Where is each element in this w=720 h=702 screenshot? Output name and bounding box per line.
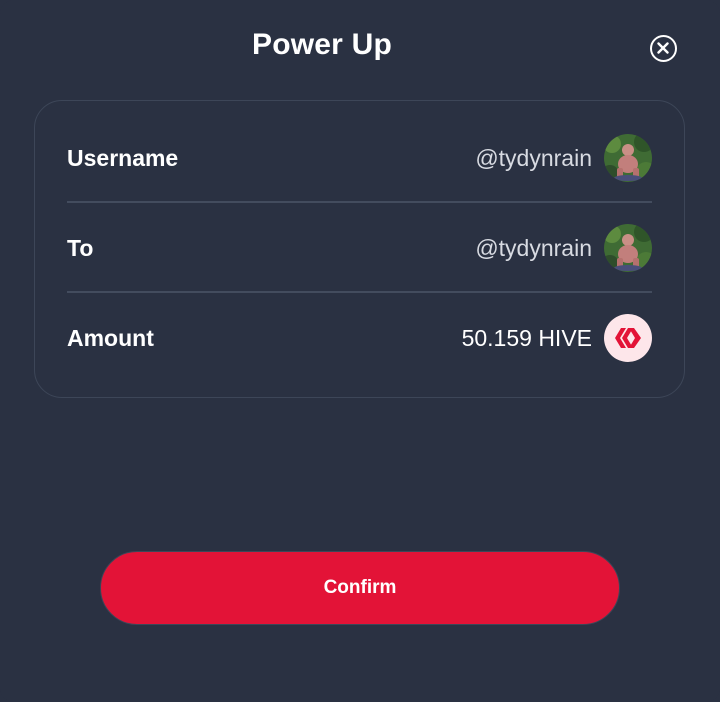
amount-value-group: 50.159 HIVE xyxy=(462,314,652,362)
dialog-title: Power Up xyxy=(252,28,392,61)
username-value: @tydynrain xyxy=(475,144,592,171)
username-row: Username @tydynrain xyxy=(67,113,652,203)
hive-logo-icon xyxy=(604,314,652,362)
amount-row: Amount 50.159 HIVE xyxy=(67,293,652,383)
username-label: Username xyxy=(67,144,179,171)
confirm-button[interactable]: Confirm xyxy=(100,551,620,625)
to-label: To xyxy=(67,234,94,261)
amount-label: Amount xyxy=(67,324,154,351)
user-avatar xyxy=(604,134,652,182)
to-row: To @tydynrain xyxy=(67,203,652,293)
power-up-dialog: Power Up Username @tydynrain To @tydynra… xyxy=(0,0,720,702)
close-icon xyxy=(657,42,669,54)
to-value-group: @tydynrain xyxy=(475,224,652,272)
to-value: @tydynrain xyxy=(475,234,592,261)
user-avatar xyxy=(604,224,652,272)
close-button[interactable] xyxy=(650,35,677,62)
details-card: Username @tydynrain To @tydynrain Amount… xyxy=(34,100,685,398)
username-value-group: @tydynrain xyxy=(475,134,652,182)
amount-value: 50.159 HIVE xyxy=(461,324,592,351)
